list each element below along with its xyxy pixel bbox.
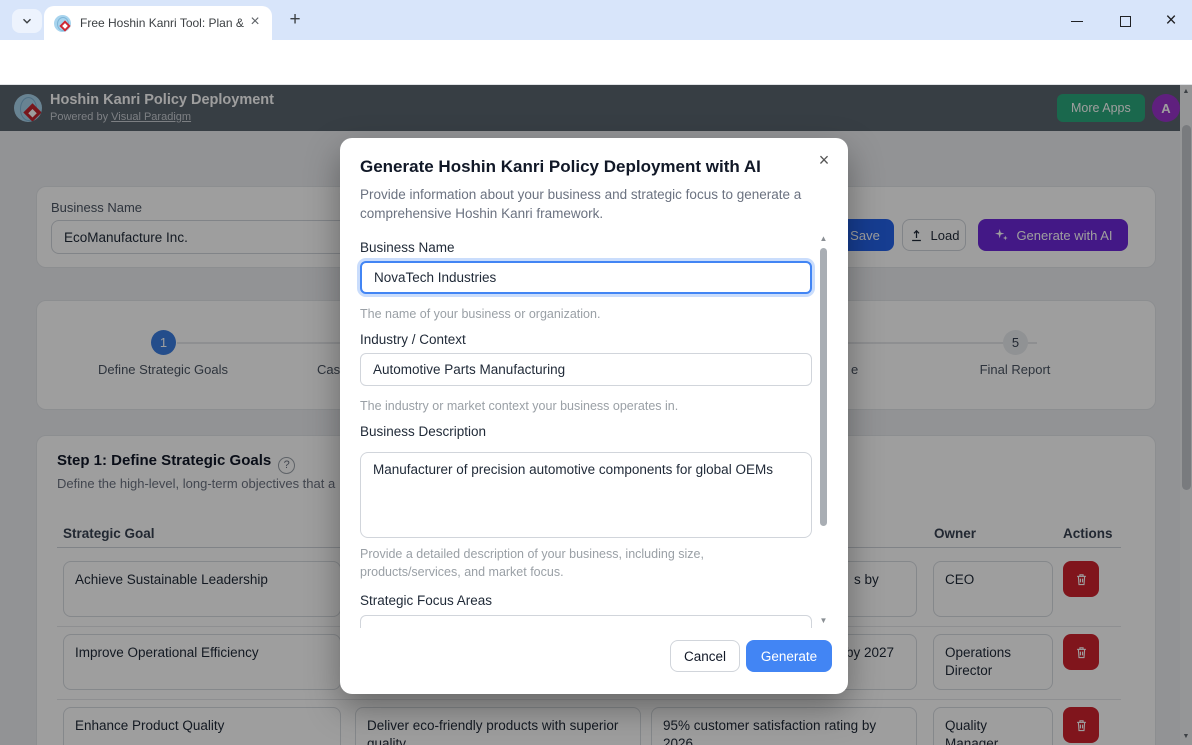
tab-search-button[interactable] [12, 9, 42, 33]
window-close-icon: × [1165, 10, 1177, 31]
generate-ai-dialog: × Generate Hoshin Kanri Policy Deploymen… [340, 138, 848, 694]
dialog-scrollbar[interactable]: ▲ ▼ [818, 232, 829, 628]
chevron-down-icon [23, 18, 31, 24]
maximize-icon [1119, 15, 1131, 27]
minimize-icon [1071, 20, 1083, 22]
industry-help: The industry or market context your busi… [360, 399, 679, 413]
business-description-textarea[interactable]: Manufacturer of precision automotive com… [360, 452, 812, 538]
generate-button[interactable]: Generate [746, 640, 832, 672]
dialog-close-button[interactable]: × [812, 148, 836, 172]
dialog-title: Generate Hoshin Kanri Policy Deployment … [360, 157, 761, 176]
modal-business-name-label: Business Name [360, 240, 455, 255]
focus-areas-input[interactable] [360, 615, 812, 628]
browser-tab[interactable]: Free Hoshin Kanri Tool: Plan & E × [44, 6, 272, 40]
dialog-body: Business Name The name of your business … [340, 232, 848, 628]
browser-titlebar: Free Hoshin Kanri Tool: Plan & E × + × [0, 0, 1192, 40]
cancel-button[interactable]: Cancel [670, 640, 740, 672]
focus-areas-label: Strategic Focus Areas [360, 593, 493, 608]
business-description-help: Provide a detailed description of your b… [360, 547, 704, 579]
dialog-scroll-up-icon[interactable]: ▲ [818, 234, 829, 243]
window-close-button[interactable]: × [1156, 11, 1186, 31]
modal-business-name-input[interactable] [360, 261, 812, 294]
modal-business-name-help: The name of your business or organizatio… [360, 307, 601, 321]
tab-close-icon[interactable]: × [246, 14, 264, 32]
site-favicon [54, 14, 71, 32]
screen: Free Hoshin Kanri Tool: Plan & E × + × a… [0, 0, 1192, 745]
new-tab-button[interactable]: + [284, 10, 306, 32]
window-maximize-button[interactable] [1110, 11, 1140, 31]
tab-title: Free Hoshin Kanri Tool: Plan & E [80, 16, 246, 30]
industry-label: Industry / Context [360, 332, 466, 347]
dialog-scrollbar-thumb[interactable] [820, 248, 827, 526]
browser-toolbar: ai-toolbox.visual-paradigm.com/app/hoshi… [0, 40, 1192, 119]
dialog-scroll-down-icon[interactable]: ▼ [818, 616, 829, 625]
window-minimize-button[interactable] [1062, 11, 1092, 31]
business-description-label: Business Description [360, 424, 487, 439]
dialog-subtitle: Provide information about your business … [360, 187, 802, 221]
industry-input[interactable] [360, 353, 812, 386]
